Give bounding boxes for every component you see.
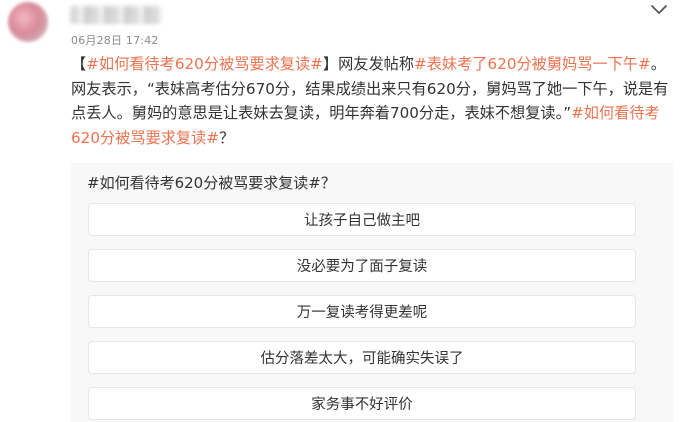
post-text-segment: 【 bbox=[71, 55, 87, 73]
poll-option[interactable]: 让孩子自己做主吧 bbox=[88, 203, 636, 236]
post-text-segment: 】网友发帖称 bbox=[322, 55, 415, 73]
poll-option[interactable]: 万一复读考得更差呢 bbox=[88, 295, 636, 328]
poll-option[interactable]: 估分落差太大，可能确实失误了 bbox=[88, 341, 636, 374]
post-timestamp: 06月28日 17:42 bbox=[71, 34, 159, 47]
username-blurred[interactable] bbox=[70, 6, 162, 24]
topic-tag-link[interactable]: #如何看待考620分被骂要求复读# bbox=[86, 55, 323, 73]
poll-card: #如何看待考620分被骂要求复读#？ 让孩子自己做主吧 没必要为了面子复读 万一… bbox=[71, 163, 673, 422]
poll-question: #如何看待考620分被骂要求复读#？ bbox=[87, 174, 336, 192]
chevron-down-icon[interactable] bbox=[646, 2, 672, 18]
poll-option[interactable]: 没必要为了面子复读 bbox=[88, 249, 636, 282]
topic-tag-link[interactable]: #表妹考了620分被舅妈骂一下午# bbox=[414, 55, 651, 73]
post-header: 06月28日 17:42 bbox=[0, 0, 685, 52]
post-text-segment: ？ bbox=[219, 128, 235, 147]
post-text: 【#如何看待考620分被骂要求复读#】网友发帖称#表妹考了620分被舅妈骂一下午… bbox=[71, 52, 673, 150]
poll-option[interactable]: 家务事不好评价 bbox=[88, 387, 636, 420]
avatar[interactable] bbox=[8, 2, 48, 42]
